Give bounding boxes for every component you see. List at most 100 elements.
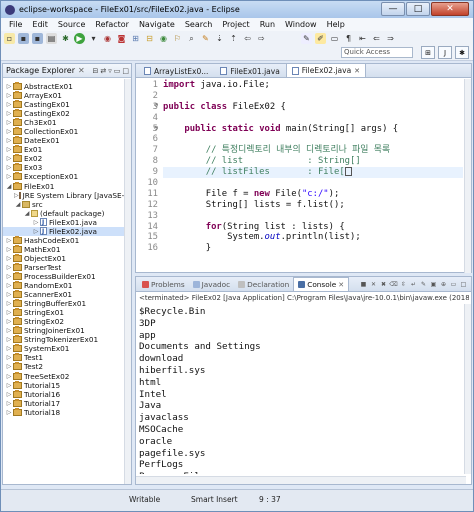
expand-arrow-icon[interactable]: ▷	[5, 353, 13, 362]
menu-project[interactable]: Project	[217, 20, 254, 29]
expand-arrow-icon[interactable]: ▷	[5, 236, 13, 245]
expand-arrow-icon[interactable]: ▷	[5, 372, 13, 381]
tree-item[interactable]: ▷ ParserTest	[3, 262, 131, 272]
tree-item[interactable]: ▷ Ex03	[3, 163, 131, 172]
tree-item[interactable]: ▷ Test1	[3, 353, 131, 362]
pin-console-icon[interactable]: ✎	[419, 279, 428, 289]
back-icon[interactable]: ⇦	[242, 33, 253, 44]
expand-arrow-icon[interactable]: ▷	[5, 344, 13, 353]
maximize-view-icon[interactable]: □	[459, 279, 468, 289]
tree-item[interactable]: ▷ ExceptionEx01	[3, 172, 131, 181]
tree-item[interactable]: ▷ FileEx02.java	[3, 226, 131, 236]
run-icon[interactable]: ▶	[74, 33, 85, 44]
package-explorer-title[interactable]: Package Explorer	[6, 66, 75, 75]
save-icon[interactable]: ▪	[18, 33, 29, 44]
tree-item[interactable]: ▷ DateEx01	[3, 136, 131, 145]
close-view-icon[interactable]: ✕	[78, 66, 85, 75]
code-line[interactable]: }	[163, 243, 463, 254]
tree-item[interactable]: ▷ StringBufferEx01	[3, 299, 131, 308]
maximize-view-icon[interactable]: □	[122, 67, 129, 75]
menu-navigate[interactable]: Navigate	[134, 20, 180, 29]
run-dropdown-icon[interactable]: ▾	[88, 33, 99, 44]
expand-arrow-icon[interactable]: ▷	[5, 136, 13, 145]
code-line[interactable]: // 특정디렉토리 내부의 디렉토리나 파일 목록	[163, 145, 463, 156]
code-line[interactable]	[163, 211, 463, 222]
tree-item[interactable]: ▷ StringTokenizerEx01	[3, 335, 131, 344]
fold-icon[interactable]: ⊖	[154, 101, 158, 109]
expand-arrow-icon[interactable]: ▷	[5, 290, 13, 299]
close-tab-icon[interactable]: ✕	[338, 281, 344, 289]
tab-javadoc[interactable]: Javadoc	[189, 277, 235, 291]
terminate-icon[interactable]: ■	[359, 279, 368, 289]
code-line[interactable]: String[] lists = f.list();	[163, 200, 463, 211]
tree-item[interactable]: ◢ (default package)	[3, 209, 131, 218]
expand-arrow-icon[interactable]: ▷	[5, 245, 13, 254]
code-line[interactable]: // list : String[]	[163, 156, 463, 167]
package-explorer-scrollbar[interactable]	[124, 79, 131, 484]
nav-forward-icon[interactable]: ⇒	[385, 33, 396, 44]
open-console-icon[interactable]: ⊕	[439, 279, 448, 289]
tree-item[interactable]: ▷ Tutorial18	[3, 407, 131, 417]
remove-all-icon[interactable]: ✖	[379, 279, 388, 289]
debug-icon[interactable]: ✱	[60, 33, 71, 44]
code-line[interactable]: public static void main(String[] args) {	[163, 124, 463, 135]
expand-arrow-icon[interactable]: ◢	[23, 209, 31, 218]
expand-arrow-icon[interactable]: ▷	[5, 100, 13, 109]
expand-arrow-icon[interactable]: ◢	[14, 200, 22, 209]
expand-arrow-icon[interactable]: ▷	[5, 254, 13, 263]
new-class-icon[interactable]: ◉	[158, 33, 169, 44]
expand-arrow-icon[interactable]: ▷	[5, 263, 13, 272]
expand-arrow-icon[interactable]: ▷	[5, 91, 13, 100]
save-all-icon[interactable]: ▪	[32, 33, 43, 44]
expand-arrow-icon[interactable]: ▷	[5, 362, 13, 371]
open-perspective-icon[interactable]: ⊞	[421, 46, 435, 59]
console-scrollbar[interactable]	[464, 304, 471, 474]
tree-item[interactable]: ▷ CastingEx01	[3, 100, 131, 109]
close-tab-icon[interactable]: ✕	[354, 67, 360, 75]
link-editor-icon[interactable]: ⇄	[100, 67, 106, 75]
tree-item[interactable]: ▷ AbstractEx01	[3, 82, 131, 91]
collapse-all-icon[interactable]: ⊟	[92, 67, 98, 75]
expand-arrow-icon[interactable]: ▷	[5, 381, 13, 390]
scroll-lock-icon[interactable]: ⇳	[399, 279, 408, 289]
tree-item[interactable]: ◢ FileEx01	[3, 181, 131, 191]
code-line[interactable]	[163, 91, 463, 102]
display-console-icon[interactable]: ▣	[429, 279, 438, 289]
tree-item[interactable]: ▷ SystemEx01	[3, 344, 131, 353]
expand-arrow-icon[interactable]: ▷	[5, 299, 13, 308]
source-code[interactable]: import java.io.File; public class FileEx0…	[163, 80, 463, 254]
editor-scrollbar[interactable]	[464, 79, 471, 273]
tree-item[interactable]: ▷ ArrayEx01	[3, 91, 131, 100]
code-line[interactable]: public class FileEx02 {	[163, 102, 463, 113]
expand-arrow-icon[interactable]: ▷	[5, 281, 13, 290]
forward-icon[interactable]: ⇨	[256, 33, 267, 44]
next-annotation-icon[interactable]: ⇣	[214, 33, 225, 44]
expand-arrow-icon[interactable]: ▷	[5, 154, 13, 163]
tree-item[interactable]: ▷ StringEx01	[3, 308, 131, 317]
expand-arrow-icon[interactable]: ▷	[5, 408, 13, 417]
code-line[interactable]: File f = new File("c:/");	[163, 189, 463, 200]
tree-item[interactable]: ▷ Ch3Ex01	[3, 118, 131, 127]
last-edit-icon[interactable]: ⇤	[357, 33, 368, 44]
quick-access-input[interactable]: Quick Access	[341, 47, 413, 58]
code-line[interactable]: System.out.println(list);	[163, 232, 463, 243]
view-menu-icon[interactable]: ▿	[108, 67, 112, 75]
tree-item[interactable]: ▷ Test2	[3, 362, 131, 371]
tab-problems[interactable]: Problems	[138, 277, 189, 291]
console-output[interactable]: $Recycle.Bin 3DP app Documents and Settings…	[139, 306, 459, 474]
close-button[interactable]: ✕	[431, 2, 469, 16]
word-wrap-icon[interactable]: ¶	[343, 33, 354, 44]
word-wrap-icon[interactable]: ↵	[409, 279, 418, 289]
fold-icon[interactable]: ⊖	[154, 124, 158, 132]
tree-item[interactable]: ▷ FileEx01.java	[3, 218, 131, 228]
expand-arrow-icon[interactable]: ▷	[5, 145, 13, 154]
java-perspective-icon[interactable]: J	[438, 46, 452, 59]
menu-source[interactable]: Source	[53, 20, 90, 29]
tree-item[interactable]: ▷ MathEx01	[3, 244, 131, 254]
minimize-view-icon[interactable]: ▭	[114, 67, 121, 75]
tree-item[interactable]: ▷ ScannerEx01	[3, 290, 131, 299]
toggle-mark-icon[interactable]: ✎	[301, 33, 312, 44]
tree-item[interactable]: ▷ Ex01	[3, 145, 131, 154]
code-line[interactable]	[163, 178, 463, 189]
expand-arrow-icon[interactable]: ▷	[5, 317, 13, 326]
